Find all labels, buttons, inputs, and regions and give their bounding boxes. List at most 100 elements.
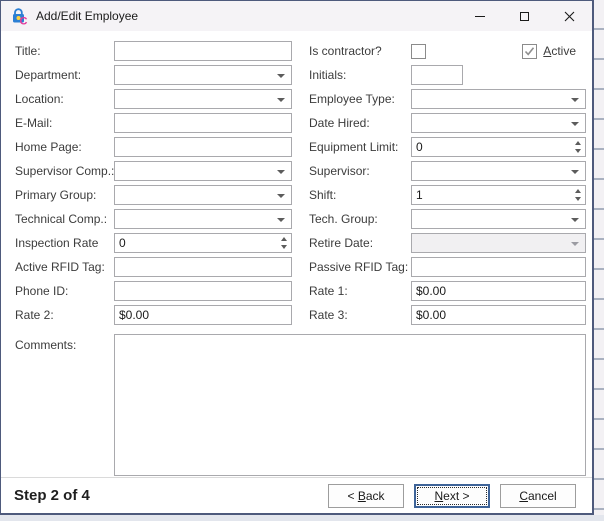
supervisor-select[interactable] xyxy=(411,161,586,181)
comments-row: Comments: xyxy=(15,334,592,476)
background-bottom-strip xyxy=(0,515,604,521)
form-row: Technical Comp.: Tech. Group: xyxy=(15,207,592,231)
phone-id-field[interactable] xyxy=(114,281,292,301)
technical-comp-label: Technical Comp.: xyxy=(15,212,114,226)
passive-rfid-tag-label: Passive RFID Tag: xyxy=(309,260,411,274)
employee-type-label: Employee Type: xyxy=(309,92,411,106)
rate2-field[interactable] xyxy=(114,305,292,325)
maximize-icon xyxy=(520,12,529,21)
form-row: Title: Is contractor? Active xyxy=(15,39,592,63)
initials-cell xyxy=(411,65,586,85)
form-row: Phone ID: Rate 1: xyxy=(15,279,592,303)
form-row: Rate 2: Rate 3: xyxy=(15,303,592,327)
technical-comp-select[interactable] xyxy=(114,209,292,229)
comments-label: Comments: xyxy=(15,334,114,352)
up-down-arrows-icon[interactable] xyxy=(575,141,581,153)
checkmark-icon xyxy=(524,46,535,57)
date-hired-label: Date Hired: xyxy=(309,116,411,130)
form-row: Location: Employee Type: xyxy=(15,87,592,111)
close-icon xyxy=(564,11,575,22)
email-label: E-Mail: xyxy=(15,116,114,130)
shift-stepper[interactable]: 1 xyxy=(411,185,586,205)
chevron-down-icon xyxy=(277,98,285,102)
add-edit-employee-dialog: C Add/Edit Employee Title: Is contractor… xyxy=(0,0,594,515)
chevron-down-icon xyxy=(571,98,579,102)
rate1-field[interactable] xyxy=(411,281,586,301)
chevron-down-icon xyxy=(277,218,285,222)
up-down-arrows-icon[interactable] xyxy=(281,237,287,249)
up-down-arrows-icon[interactable] xyxy=(575,189,581,201)
background-window-strip xyxy=(593,0,604,521)
location-select[interactable] xyxy=(114,89,292,109)
svg-text:C: C xyxy=(20,16,28,26)
equipment-limit-label: Equipment Limit: xyxy=(309,140,411,154)
back-button[interactable]: < Back xyxy=(328,484,404,508)
chevron-down-icon xyxy=(571,170,579,174)
initials-field[interactable] xyxy=(411,65,463,85)
minimize-icon xyxy=(475,16,485,17)
chevron-down-icon xyxy=(277,74,285,78)
passive-rfid-tag-field[interactable] xyxy=(411,257,586,277)
rate1-label: Rate 1: xyxy=(309,284,411,298)
window-title: Add/Edit Employee xyxy=(36,9,138,23)
title-field[interactable] xyxy=(114,41,292,61)
close-button[interactable] xyxy=(547,1,592,31)
chevron-down-icon xyxy=(571,242,579,246)
chevron-down-icon xyxy=(571,122,579,126)
footer-buttons: < Back Next > Cancel xyxy=(328,484,576,508)
retire-date-label: Retire Date: xyxy=(309,236,411,250)
equipment-limit-stepper[interactable]: 0 xyxy=(411,137,586,157)
form-row: E-Mail: Date Hired: xyxy=(15,111,592,135)
form-row: Department: Initials: xyxy=(15,63,592,87)
form-body: Title: Is contractor? Active Department: xyxy=(1,31,592,476)
is-contractor-checkbox[interactable] xyxy=(411,44,426,59)
cancel-button[interactable]: Cancel xyxy=(500,484,576,508)
footer-bar: Step 2 of 4 < Back Next > Cancel xyxy=(1,477,592,513)
phone-id-label: Phone ID: xyxy=(15,284,114,298)
shift-value: 1 xyxy=(416,188,423,202)
title-bar: C Add/Edit Employee xyxy=(1,1,592,31)
active-checkbox[interactable] xyxy=(522,44,537,59)
tech-group-label: Tech. Group: xyxy=(309,212,411,226)
location-label: Location: xyxy=(15,92,114,106)
step-indicator: Step 2 of 4 xyxy=(14,487,90,504)
shift-label: Shift: xyxy=(309,188,411,202)
maximize-button[interactable] xyxy=(502,1,547,31)
form-row: Home Page: Equipment Limit: 0 xyxy=(15,135,592,159)
form-row: Supervisor Comp.: Supervisor: xyxy=(15,159,592,183)
home-page-label: Home Page: xyxy=(15,140,114,154)
supervisor-comp-select[interactable] xyxy=(114,161,292,181)
comments-field[interactable] xyxy=(114,334,586,476)
chevron-down-icon xyxy=(277,170,285,174)
date-hired-select[interactable] xyxy=(411,113,586,133)
department-select[interactable] xyxy=(114,65,292,85)
department-label: Department: xyxy=(15,68,114,82)
lock-app-icon: C xyxy=(10,7,28,25)
active-rfid-tag-field[interactable] xyxy=(114,257,292,277)
inspection-rate-label: Inspection Rate xyxy=(15,236,114,250)
primary-group-select[interactable] xyxy=(114,185,292,205)
tech-group-select[interactable] xyxy=(411,209,586,229)
home-page-field[interactable] xyxy=(114,137,292,157)
form-row: Inspection Rate 0 Retire Date: xyxy=(15,231,592,255)
next-button[interactable]: Next > xyxy=(414,484,490,508)
is-contractor-label: Is contractor? xyxy=(309,44,411,58)
active-rfid-tag-label: Active RFID Tag: xyxy=(15,260,114,274)
inspection-rate-value: 0 xyxy=(119,236,126,250)
rate2-label: Rate 2: xyxy=(15,308,114,322)
primary-group-label: Primary Group: xyxy=(15,188,114,202)
minimize-button[interactable] xyxy=(457,1,502,31)
form-row: Primary Group: Shift: 1 xyxy=(15,183,592,207)
rate3-field[interactable] xyxy=(411,305,586,325)
supervisor-label: Supervisor: xyxy=(309,164,411,178)
equipment-limit-value: 0 xyxy=(416,140,423,154)
active-checkbox-label: Active xyxy=(543,44,576,58)
supervisor-comp-label: Supervisor Comp.: xyxy=(15,164,114,178)
rate3-label: Rate 3: xyxy=(309,308,411,322)
chevron-down-icon xyxy=(571,218,579,222)
employee-type-select[interactable] xyxy=(411,89,586,109)
inspection-rate-stepper[interactable]: 0 xyxy=(114,233,292,253)
chevron-down-icon xyxy=(277,194,285,198)
email-field[interactable] xyxy=(114,113,292,133)
checkbox-cell: Active xyxy=(411,44,586,59)
